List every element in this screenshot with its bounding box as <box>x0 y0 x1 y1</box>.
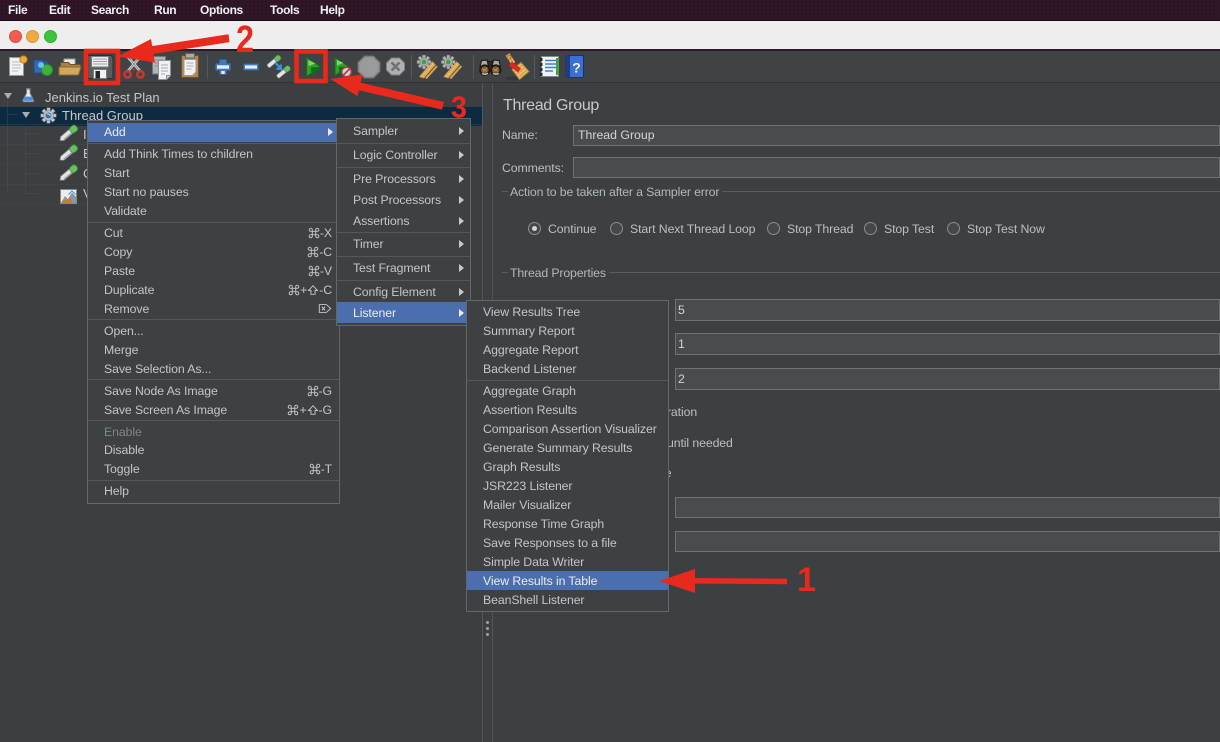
svg-text:?: ? <box>572 60 581 76</box>
svg-text:1: 1 <box>797 561 816 599</box>
